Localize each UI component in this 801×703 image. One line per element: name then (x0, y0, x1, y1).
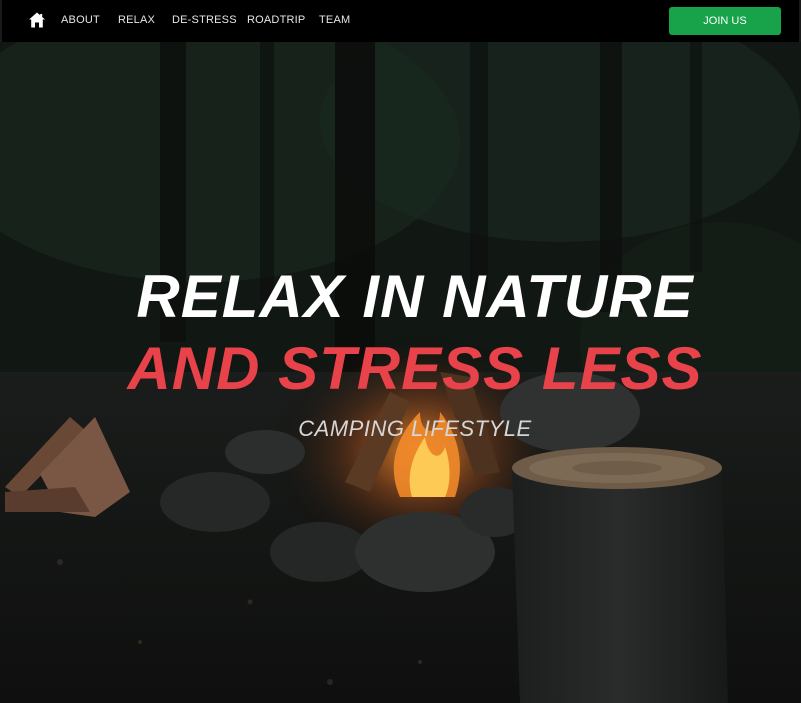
hero-section: RELAX IN NATURE AND STRESS LESS CAMPING … (0, 42, 801, 703)
hero-title-line1: RELAX IN NATURE (136, 263, 694, 330)
nav-link-relax[interactable]: RELAX (118, 14, 155, 26)
nav-link-roadtrip[interactable]: ROADTRIP (247, 14, 305, 26)
hero-title-line2: AND STRESS LESS (127, 335, 703, 402)
top-navbar: ABOUT RELAX DE-STRESS ROADTRIP TEAM JOIN… (0, 0, 801, 42)
nav-link-de-stress[interactable]: DE-STRESS (172, 14, 237, 26)
join-us-button[interactable]: JOIN US (669, 7, 781, 35)
home-icon[interactable] (28, 11, 46, 29)
hero-text-block: RELAX IN NATURE AND STRESS LESS CAMPING … (0, 42, 801, 703)
hero-subtitle: CAMPING LIFESTYLE (298, 416, 532, 441)
nav-link-team[interactable]: TEAM (319, 14, 350, 26)
nav-link-about[interactable]: ABOUT (61, 14, 100, 26)
